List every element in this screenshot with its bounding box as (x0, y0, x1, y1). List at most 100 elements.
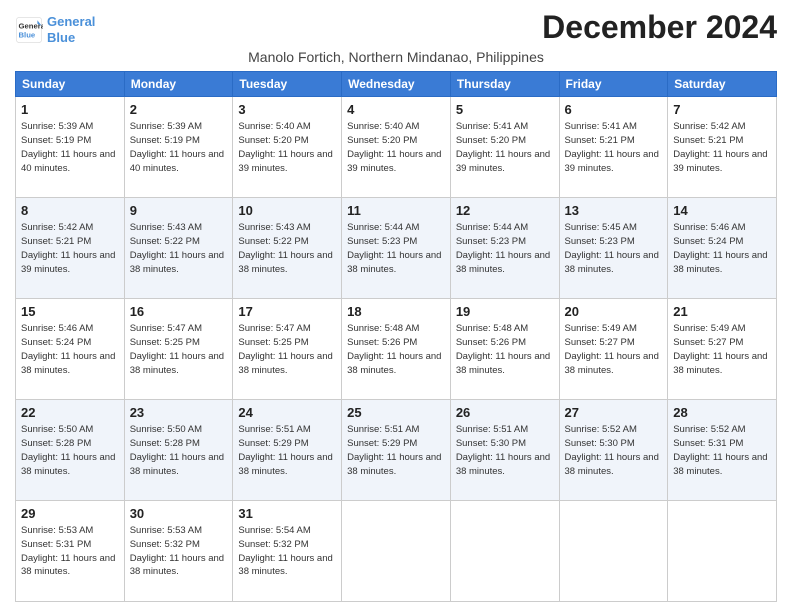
day-number: 25 (347, 404, 445, 422)
calendar-cell: 4 Sunrise: 5:40 AM Sunset: 5:20 PM Dayli… (342, 97, 451, 198)
day-number: 4 (347, 101, 445, 119)
day-number: 23 (130, 404, 228, 422)
calendar-cell: 2 Sunrise: 5:39 AM Sunset: 5:19 PM Dayli… (124, 97, 233, 198)
location-subtitle: Manolo Fortich, Northern Mindanao, Phili… (15, 49, 777, 65)
calendar-cell (668, 501, 777, 602)
calendar-cell: 13 Sunrise: 5:45 AM Sunset: 5:23 PM Dayl… (559, 198, 668, 299)
day-number: 24 (238, 404, 336, 422)
day-number: 2 (130, 101, 228, 119)
day-info: Sunrise: 5:39 AM Sunset: 5:19 PM Dayligh… (130, 120, 228, 175)
calendar-cell: 29 Sunrise: 5:53 AM Sunset: 5:31 PM Dayl… (16, 501, 125, 602)
calendar-week-row: 29 Sunrise: 5:53 AM Sunset: 5:31 PM Dayl… (16, 501, 777, 602)
calendar-cell: 5 Sunrise: 5:41 AM Sunset: 5:20 PM Dayli… (450, 97, 559, 198)
calendar-cell: 6 Sunrise: 5:41 AM Sunset: 5:21 PM Dayli… (559, 97, 668, 198)
calendar-week-row: 22 Sunrise: 5:50 AM Sunset: 5:28 PM Dayl… (16, 400, 777, 501)
day-info: Sunrise: 5:41 AM Sunset: 5:21 PM Dayligh… (565, 120, 663, 175)
day-info: Sunrise: 5:46 AM Sunset: 5:24 PM Dayligh… (673, 221, 771, 276)
day-info: Sunrise: 5:51 AM Sunset: 5:29 PM Dayligh… (238, 423, 336, 478)
day-info: Sunrise: 5:46 AM Sunset: 5:24 PM Dayligh… (21, 322, 119, 377)
logo-icon: General Blue (15, 16, 43, 44)
month-title: December 2024 (542, 10, 777, 45)
day-info: Sunrise: 5:50 AM Sunset: 5:28 PM Dayligh… (21, 423, 119, 478)
day-info: Sunrise: 5:42 AM Sunset: 5:21 PM Dayligh… (21, 221, 119, 276)
title-block: December 2024 (542, 10, 777, 45)
day-info: Sunrise: 5:49 AM Sunset: 5:27 PM Dayligh… (565, 322, 663, 377)
day-info: Sunrise: 5:43 AM Sunset: 5:22 PM Dayligh… (238, 221, 336, 276)
day-info: Sunrise: 5:52 AM Sunset: 5:30 PM Dayligh… (565, 423, 663, 478)
day-info: Sunrise: 5:50 AM Sunset: 5:28 PM Dayligh… (130, 423, 228, 478)
day-number: 17 (238, 303, 336, 321)
day-info: Sunrise: 5:44 AM Sunset: 5:23 PM Dayligh… (456, 221, 554, 276)
calendar-cell: 23 Sunrise: 5:50 AM Sunset: 5:28 PM Dayl… (124, 400, 233, 501)
calendar-cell: 9 Sunrise: 5:43 AM Sunset: 5:22 PM Dayli… (124, 198, 233, 299)
calendar-cell (342, 501, 451, 602)
day-info: Sunrise: 5:48 AM Sunset: 5:26 PM Dayligh… (347, 322, 445, 377)
day-number: 22 (21, 404, 119, 422)
day-number: 7 (673, 101, 771, 119)
col-friday: Friday (559, 72, 668, 97)
day-number: 26 (456, 404, 554, 422)
day-number: 1 (21, 101, 119, 119)
day-number: 20 (565, 303, 663, 321)
calendar-cell (450, 501, 559, 602)
calendar-cell: 18 Sunrise: 5:48 AM Sunset: 5:26 PM Dayl… (342, 299, 451, 400)
day-info: Sunrise: 5:43 AM Sunset: 5:22 PM Dayligh… (130, 221, 228, 276)
col-monday: Monday (124, 72, 233, 97)
day-info: Sunrise: 5:47 AM Sunset: 5:25 PM Dayligh… (130, 322, 228, 377)
calendar-cell: 27 Sunrise: 5:52 AM Sunset: 5:30 PM Dayl… (559, 400, 668, 501)
day-info: Sunrise: 5:39 AM Sunset: 5:19 PM Dayligh… (21, 120, 119, 175)
calendar-cell (559, 501, 668, 602)
day-info: Sunrise: 5:41 AM Sunset: 5:20 PM Dayligh… (456, 120, 554, 175)
col-saturday: Saturday (668, 72, 777, 97)
day-number: 9 (130, 202, 228, 220)
calendar-cell: 10 Sunrise: 5:43 AM Sunset: 5:22 PM Dayl… (233, 198, 342, 299)
calendar-cell: 28 Sunrise: 5:52 AM Sunset: 5:31 PM Dayl… (668, 400, 777, 501)
col-wednesday: Wednesday (342, 72, 451, 97)
calendar-week-row: 1 Sunrise: 5:39 AM Sunset: 5:19 PM Dayli… (16, 97, 777, 198)
day-number: 27 (565, 404, 663, 422)
day-number: 15 (21, 303, 119, 321)
calendar-cell: 22 Sunrise: 5:50 AM Sunset: 5:28 PM Dayl… (16, 400, 125, 501)
day-number: 14 (673, 202, 771, 220)
calendar-page: General Blue General Blue December 2024 … (0, 0, 792, 612)
calendar-cell: 12 Sunrise: 5:44 AM Sunset: 5:23 PM Dayl… (450, 198, 559, 299)
calendar-cell: 8 Sunrise: 5:42 AM Sunset: 5:21 PM Dayli… (16, 198, 125, 299)
calendar-cell: 16 Sunrise: 5:47 AM Sunset: 5:25 PM Dayl… (124, 299, 233, 400)
calendar-cell: 25 Sunrise: 5:51 AM Sunset: 5:29 PM Dayl… (342, 400, 451, 501)
calendar-cell: 7 Sunrise: 5:42 AM Sunset: 5:21 PM Dayli… (668, 97, 777, 198)
day-info: Sunrise: 5:49 AM Sunset: 5:27 PM Dayligh… (673, 322, 771, 377)
day-number: 13 (565, 202, 663, 220)
day-info: Sunrise: 5:48 AM Sunset: 5:26 PM Dayligh… (456, 322, 554, 377)
calendar-cell: 31 Sunrise: 5:54 AM Sunset: 5:32 PM Dayl… (233, 501, 342, 602)
day-info: Sunrise: 5:52 AM Sunset: 5:31 PM Dayligh… (673, 423, 771, 478)
day-number: 16 (130, 303, 228, 321)
day-info: Sunrise: 5:40 AM Sunset: 5:20 PM Dayligh… (347, 120, 445, 175)
calendar-week-row: 15 Sunrise: 5:46 AM Sunset: 5:24 PM Dayl… (16, 299, 777, 400)
calendar-cell: 1 Sunrise: 5:39 AM Sunset: 5:19 PM Dayli… (16, 97, 125, 198)
calendar-cell: 26 Sunrise: 5:51 AM Sunset: 5:30 PM Dayl… (450, 400, 559, 501)
day-number: 31 (238, 505, 336, 523)
calendar-cell: 20 Sunrise: 5:49 AM Sunset: 5:27 PM Dayl… (559, 299, 668, 400)
day-number: 30 (130, 505, 228, 523)
svg-text:Blue: Blue (19, 30, 36, 39)
day-number: 21 (673, 303, 771, 321)
day-number: 18 (347, 303, 445, 321)
calendar-cell: 30 Sunrise: 5:53 AM Sunset: 5:32 PM Dayl… (124, 501, 233, 602)
day-info: Sunrise: 5:42 AM Sunset: 5:21 PM Dayligh… (673, 120, 771, 175)
page-header: General Blue General Blue December 2024 (15, 10, 777, 45)
day-number: 8 (21, 202, 119, 220)
day-info: Sunrise: 5:44 AM Sunset: 5:23 PM Dayligh… (347, 221, 445, 276)
calendar-cell: 17 Sunrise: 5:47 AM Sunset: 5:25 PM Dayl… (233, 299, 342, 400)
day-number: 28 (673, 404, 771, 422)
calendar-week-row: 8 Sunrise: 5:42 AM Sunset: 5:21 PM Dayli… (16, 198, 777, 299)
day-info: Sunrise: 5:51 AM Sunset: 5:29 PM Dayligh… (347, 423, 445, 478)
day-number: 3 (238, 101, 336, 119)
day-number: 29 (21, 505, 119, 523)
day-info: Sunrise: 5:53 AM Sunset: 5:31 PM Dayligh… (21, 524, 119, 579)
calendar-cell: 24 Sunrise: 5:51 AM Sunset: 5:29 PM Dayl… (233, 400, 342, 501)
day-number: 10 (238, 202, 336, 220)
day-info: Sunrise: 5:54 AM Sunset: 5:32 PM Dayligh… (238, 524, 336, 579)
col-sunday: Sunday (16, 72, 125, 97)
calendar-table: Sunday Monday Tuesday Wednesday Thursday… (15, 71, 777, 602)
col-thursday: Thursday (450, 72, 559, 97)
